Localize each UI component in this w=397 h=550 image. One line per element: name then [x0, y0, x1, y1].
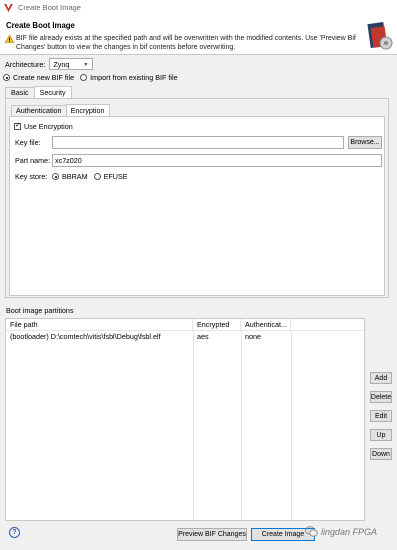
watermark: lingdan FPGA: [305, 526, 377, 537]
use-encryption-row[interactable]: Use Encryption: [14, 121, 73, 131]
key-store-bbram-label: BBRAM: [62, 172, 88, 181]
preview-bif-changes-button[interactable]: Preview BIF Changes: [177, 528, 247, 541]
import-bif-label: Import from existing BIF file: [90, 73, 178, 82]
key-store-label: Key store:: [15, 172, 48, 181]
tab-basic[interactable]: Basic: [5, 87, 35, 98]
architecture-value: Zynq: [53, 59, 70, 69]
architecture-label: Architecture:: [5, 59, 46, 69]
architecture-row: Architecture: Zynq ▼: [5, 58, 94, 70]
part-name-input[interactable]: xc7z020: [52, 154, 382, 167]
use-encryption-label: Use Encryption: [24, 122, 73, 131]
part-name-label: Part name:: [15, 156, 51, 165]
column-divider: [193, 331, 194, 520]
create-new-bif-label: Create new BIF file: [13, 73, 75, 82]
security-subtabs: Authentication Encryption: [11, 104, 110, 116]
key-store-bbram-option[interactable]: BBRAM: [52, 172, 88, 181]
browse-button[interactable]: Browse...: [348, 136, 382, 149]
down-button[interactable]: Down: [370, 448, 392, 460]
chevron-down-icon: ▼: [83, 62, 89, 68]
import-bif-option[interactable]: Import from existing BIF file: [80, 73, 178, 82]
create-new-bif-radio[interactable]: [3, 74, 10, 81]
edit-button[interactable]: Edit: [370, 410, 392, 422]
key-store-row: Key store: BBRAM EFUSE: [15, 170, 134, 183]
key-file-input[interactable]: [52, 136, 344, 149]
column-authentication[interactable]: Authenticat...: [241, 319, 291, 330]
security-panel: Authentication Encryption Use Encryption…: [5, 98, 389, 298]
table-row[interactable]: (bootloader) D:\comtech\vitis\fsbl\Debug…: [6, 331, 364, 343]
help-icon[interactable]: ?: [9, 527, 20, 538]
add-button[interactable]: Add: [370, 372, 392, 384]
row-authentication: none: [245, 332, 261, 341]
key-store-efuse-option[interactable]: EFUSE: [93, 172, 128, 181]
vitis-logo-icon: [4, 3, 13, 12]
tab-security[interactable]: Security: [33, 86, 72, 98]
wechat-icon: [305, 526, 318, 537]
use-encryption-checkbox[interactable]: [14, 121, 21, 130]
key-store-bbram-radio[interactable]: [52, 173, 59, 180]
key-file-label: Key file:: [15, 138, 41, 147]
import-bif-radio[interactable]: [80, 74, 88, 81]
column-file-path[interactable]: File path: [6, 319, 193, 330]
create-new-bif-option[interactable]: Create new BIF file: [3, 73, 74, 82]
bif-mode-row: Create new BIF file Import from existing…: [3, 72, 184, 83]
column-encrypted[interactable]: Encrypted: [193, 319, 241, 330]
key-store-efuse-label: EFUSE: [103, 172, 128, 181]
part-name-row: Part name: xc7z020: [15, 154, 382, 167]
warning-line-2: Changes' button to view the changes in b…: [16, 44, 236, 51]
window-title: Create Boot Image: [18, 3, 81, 12]
warning-icon: [5, 35, 14, 43]
row-encrypted: aes: [197, 332, 209, 341]
column-divider: [291, 331, 292, 520]
delete-button[interactable]: Delete: [370, 391, 392, 403]
partitions-table-header: File path Encrypted Authenticat...: [6, 319, 364, 331]
dialog-title: Create Boot Image: [6, 21, 75, 30]
warning-message: BIF file already exists at the specified…: [16, 34, 356, 52]
dialog-header: Create Boot Image BIF file already exist…: [0, 15, 397, 55]
partitions-table[interactable]: File path Encrypted Authenticat... (boot…: [5, 318, 365, 521]
warning-line-1: BIF file already exists at the specified…: [16, 35, 356, 42]
partitions-label: Boot image partitions: [6, 306, 74, 315]
tab-authentication[interactable]: Authentication: [11, 105, 67, 116]
watermark-text: lingdan FPGA: [321, 526, 378, 537]
boot-image-banner-icon: [366, 17, 394, 53]
tab-encryption[interactable]: Encryption: [65, 104, 110, 116]
up-button[interactable]: Up: [370, 429, 392, 441]
column-divider: [241, 331, 242, 520]
encryption-panel: Use Encryption Key file: Browse... Part …: [9, 116, 385, 296]
key-file-row: Key file: Browse...: [15, 136, 382, 149]
row-file-path: (bootloader) D:\comtech\vitis\fsbl\Debug…: [10, 332, 161, 341]
window-titlebar: Create Boot Image: [0, 0, 397, 15]
architecture-select[interactable]: Zynq ▼: [49, 58, 94, 70]
key-store-efuse-radio[interactable]: [93, 173, 101, 180]
main-tabs: Basic Security: [5, 86, 72, 98]
